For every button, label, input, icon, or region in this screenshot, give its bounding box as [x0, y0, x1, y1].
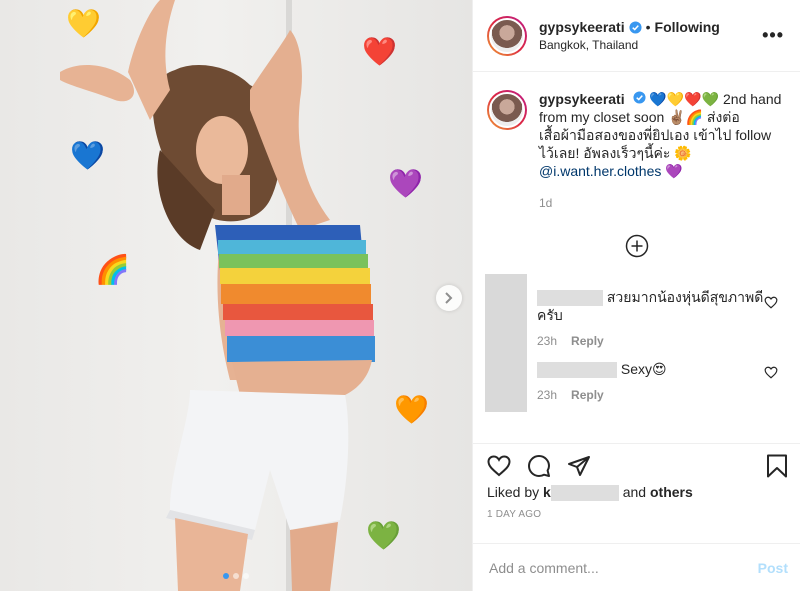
author-avatar[interactable] — [487, 15, 527, 56]
plus-circle-icon — [625, 234, 648, 258]
red-heart-emoji: ❤️ — [362, 35, 397, 68]
comment-time: 23h — [537, 388, 558, 403]
caption-time: 1d — [539, 196, 553, 210]
verified-badge-icon — [629, 20, 642, 34]
separator-dot: • — [645, 19, 651, 35]
reply-button[interactable]: Reply — [571, 388, 604, 402]
liked-by-text: Liked by k and others — [487, 484, 788, 502]
caption-text-line: เสื้อผ้ามือสองของพี่ยิปเอง เข้าไป follow — [539, 127, 772, 143]
comment-item: สวยมากน้องหุ่นดีสุขภาพดี ครับ 23h Reply — [473, 274, 800, 354]
comments-area: gypsykeerati 💙💛❤️💚 2nd hand from my clos… — [473, 72, 800, 443]
model-illustration — [60, 0, 375, 591]
rainbow-emoji: 🌈 — [95, 253, 130, 286]
share-send-icon[interactable] — [567, 455, 591, 477]
post-caption: gypsykeerati 💙💛❤️💚 2nd hand from my clos… — [473, 72, 800, 212]
caption-emoji: 💜 — [665, 163, 683, 179]
caption-mention-link[interactable]: @i.want.her.clothes — [539, 163, 661, 179]
comment-bubble-icon[interactable] — [527, 454, 551, 478]
yellow-heart-emoji: 💛 — [66, 7, 101, 40]
carousel-next-button[interactable] — [436, 285, 462, 311]
liked-by-user-initial[interactable]: k — [543, 484, 551, 500]
liked-by-prefix: Liked by — [487, 484, 544, 500]
like-comment-heart-icon[interactable] — [764, 366, 778, 379]
post-header: gypsykeerati • Following Bangkok, Thaila… — [473, 0, 800, 72]
author-username[interactable]: gypsykeerati — [539, 19, 625, 35]
post-comment-button[interactable]: Post — [758, 560, 788, 576]
load-more-comments-button[interactable] — [473, 234, 800, 264]
blurred-username[interactable] — [537, 362, 617, 379]
like-heart-icon[interactable] — [487, 455, 511, 477]
instagram-post: 💛 ❤️ 💙 💜 🌈 🧡 💚 gypsykeerati • Following … — [0, 0, 800, 591]
commenter-avatar[interactable] — [485, 274, 527, 354]
commenter-avatar[interactable] — [485, 346, 527, 412]
comment-text: Sexy😍 — [620, 361, 667, 377]
post-side-panel: gypsykeerati • Following Bangkok, Thaila… — [472, 0, 800, 591]
blue-heart-emoji: 💙 — [70, 139, 105, 172]
chevron-right-icon — [445, 292, 453, 304]
ellipsis-icon[interactable]: ••• — [762, 25, 784, 46]
purple-heart-emoji: 💜 — [388, 167, 423, 200]
carousel-dot[interactable] — [223, 573, 229, 579]
carousel-dots — [0, 573, 472, 579]
liked-by-connector: and — [618, 484, 650, 500]
post-date[interactable]: 1 DAY AGO — [487, 509, 788, 520]
comment-input[interactable] — [489, 559, 758, 576]
liked-by-others-link[interactable]: others — [650, 484, 693, 500]
orange-heart-emoji: 🧡 — [394, 393, 429, 426]
caption-avatar[interactable] — [487, 90, 527, 130]
bookmark-save-icon[interactable] — [766, 454, 788, 478]
post-actions: Liked by k and others 1 DAY AGO — [473, 443, 800, 543]
post-photo: 💛 ❤️ 💙 💜 🌈 🧡 💚 — [0, 0, 472, 591]
green-heart-emoji: 💚 — [366, 519, 401, 552]
blurred-username[interactable] — [537, 290, 603, 307]
post-location[interactable]: Bangkok, Thailand — [539, 38, 762, 52]
add-comment-bar: Post — [473, 543, 800, 591]
following-button[interactable]: Following — [655, 19, 720, 35]
blurred-username[interactable] — [550, 485, 619, 502]
like-comment-heart-icon[interactable] — [764, 296, 778, 309]
caption-text-line: ไว้เลย! อัพลงเร็วๆนี้ค่ะ 🌼 — [539, 145, 692, 161]
comment-item: Sexy😍 23h Reply — [473, 346, 800, 412]
verified-badge-icon — [632, 91, 646, 104]
caption-username[interactable]: gypsykeerati — [539, 91, 625, 107]
carousel-dot[interactable] — [233, 573, 239, 579]
carousel-dot[interactable] — [243, 573, 249, 579]
